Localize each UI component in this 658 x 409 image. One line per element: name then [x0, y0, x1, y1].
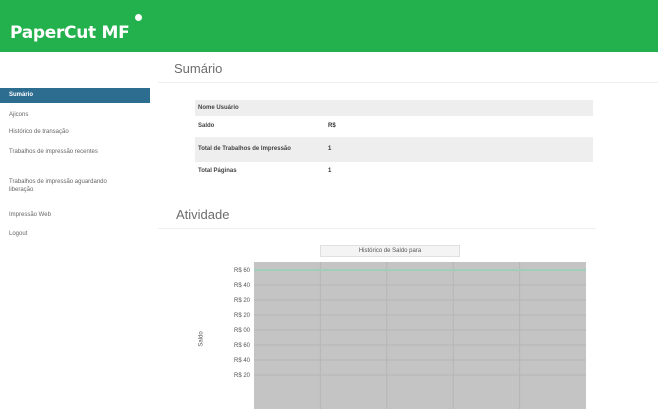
- table-row: Total de Trabalhos de Impressão 1: [195, 137, 593, 162]
- summary-heading-bar: Sumário: [158, 57, 658, 83]
- chart-canvas: R$ 60 R$ 40 R$ 20 R$ 20 R$ 00 R$ 60 R$ 40 R$ 20: [234, 262, 586, 409]
- sidebar-item-logout[interactable]: Logout: [0, 230, 150, 238]
- row-value: [323, 100, 593, 116]
- y-tick-label: R$ 20: [234, 373, 251, 379]
- sidebar-item-historico-transacao[interactable]: Histórico de transação: [0, 128, 150, 136]
- sidebar-item-label: Ajicons: [9, 112, 29, 118]
- sidebar-item-label: Impressão Web: [9, 212, 51, 218]
- papercut-logo[interactable]: PaperCut MF: [10, 23, 130, 43]
- row-value: 1: [328, 168, 332, 174]
- sidebar-item-trabalhos-aguardando[interactable]: Trabalhos de impressão aguardando libera…: [0, 178, 118, 194]
- row-value: R$: [328, 123, 336, 129]
- sidebar-item-impressao-web[interactable]: Impressão Web: [0, 211, 150, 219]
- page-title: Sumário: [174, 61, 223, 76]
- table-row: Nome Usuário: [195, 100, 593, 116]
- row-label: Nome Usuário: [198, 104, 239, 111]
- y-tick-label: R$ 60: [234, 268, 251, 274]
- row-label: Total de Trabalhos de Impressão: [198, 146, 291, 152]
- app-header: PaperCut MF: [0, 0, 658, 52]
- sidebar-item-label: Trabalhos de impressão recentes: [9, 149, 98, 155]
- table-row: Saldo R$: [195, 116, 593, 137]
- y-tick-label: R$ 20: [234, 298, 251, 304]
- logo-dot-icon: [135, 14, 142, 21]
- sidebar-item-ajicons[interactable]: Ajicons: [0, 111, 150, 119]
- balance-history-chart: Histórico de Saldo para Saldo R$ 60 R$ 40…: [190, 236, 600, 409]
- sidebar-item-label: Trabalhos de impressão aguardando libera…: [9, 179, 107, 193]
- sidebar-item-label: Logout: [9, 231, 28, 237]
- sidebar-item-sumario[interactable]: Sumário: [0, 88, 150, 103]
- y-tick-label: R$ 00: [234, 328, 251, 334]
- y-tick-label: R$ 40: [234, 283, 251, 289]
- y-tick-label: R$ 40: [234, 358, 251, 364]
- y-tick-label: R$ 60: [234, 343, 251, 349]
- sidebar: Sumário Ajicons Histórico de transação T…: [0, 52, 152, 409]
- row-label: Saldo: [198, 123, 215, 129]
- activity-heading-bar: Atividade: [158, 203, 596, 229]
- table-row: Total Páginas 1: [195, 162, 593, 181]
- sidebar-item-label: Histórico de transação: [9, 129, 69, 135]
- row-label: Total Páginas: [198, 168, 237, 174]
- row-value: 1: [328, 146, 332, 152]
- activity-title: Atividade: [176, 207, 230, 222]
- plot-area: [254, 262, 586, 409]
- sidebar-item-label: Sumário: [9, 92, 34, 98]
- summary-table: Nome Usuário Saldo R$ Total de Trabalhos…: [195, 100, 593, 181]
- y-tick-label: R$ 20: [234, 313, 251, 319]
- sidebar-item-trabalhos-recentes[interactable]: Trabalhos de impressão recentes: [0, 148, 110, 156]
